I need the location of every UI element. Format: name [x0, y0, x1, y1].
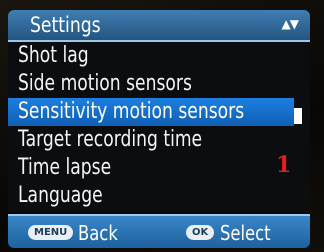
camera-bezel: Settings ▲▼ Shot lag Side motion sensors… [0, 0, 324, 252]
up-down-triangle-icon: ▲▼ [281, 17, 299, 31]
menu-item-shot-lag[interactable]: Shot lag [8, 42, 294, 70]
lcd-screen: Settings ▲▼ Shot lag Side motion sensors… [8, 10, 310, 248]
scrollbar-thumb[interactable] [294, 108, 302, 124]
button-hint-bar: MENU Back OK Select [8, 214, 310, 248]
menu-item-label: Target recording time [18, 127, 203, 152]
settings-header: Settings ▲▼ [8, 10, 310, 42]
menu-item-label: Shot lag [18, 43, 89, 68]
menu-item-target-recording-time[interactable]: Target recording time [8, 126, 294, 154]
menu-item-sensitivity-motion-sensors[interactable]: Sensitivity motion sensors [8, 98, 294, 126]
menu-item-language[interactable]: Language [8, 182, 294, 210]
menu-item-label: Sensitivity motion sensors [18, 99, 245, 124]
settings-menu-list: Shot lag Side motion sensors Sensitivity… [8, 42, 310, 212]
menu-key-badge: MENU [28, 225, 74, 240]
back-hint-label[interactable]: Back [78, 219, 118, 247]
select-hint-label[interactable]: Select [220, 219, 271, 247]
ok-key-badge: OK [186, 225, 215, 240]
scrollbar[interactable] [294, 42, 304, 212]
menu-item-label: Language [18, 183, 103, 208]
menu-item-time-lapse[interactable]: Time lapse [8, 154, 294, 182]
menu-item-label: Time lapse [18, 155, 112, 180]
annotation-marker: 1 [276, 152, 292, 178]
page-title: Settings [30, 13, 101, 37]
menu-item-side-motion-sensors[interactable]: Side motion sensors [8, 70, 294, 98]
menu-item-label: Side motion sensors [18, 71, 192, 96]
